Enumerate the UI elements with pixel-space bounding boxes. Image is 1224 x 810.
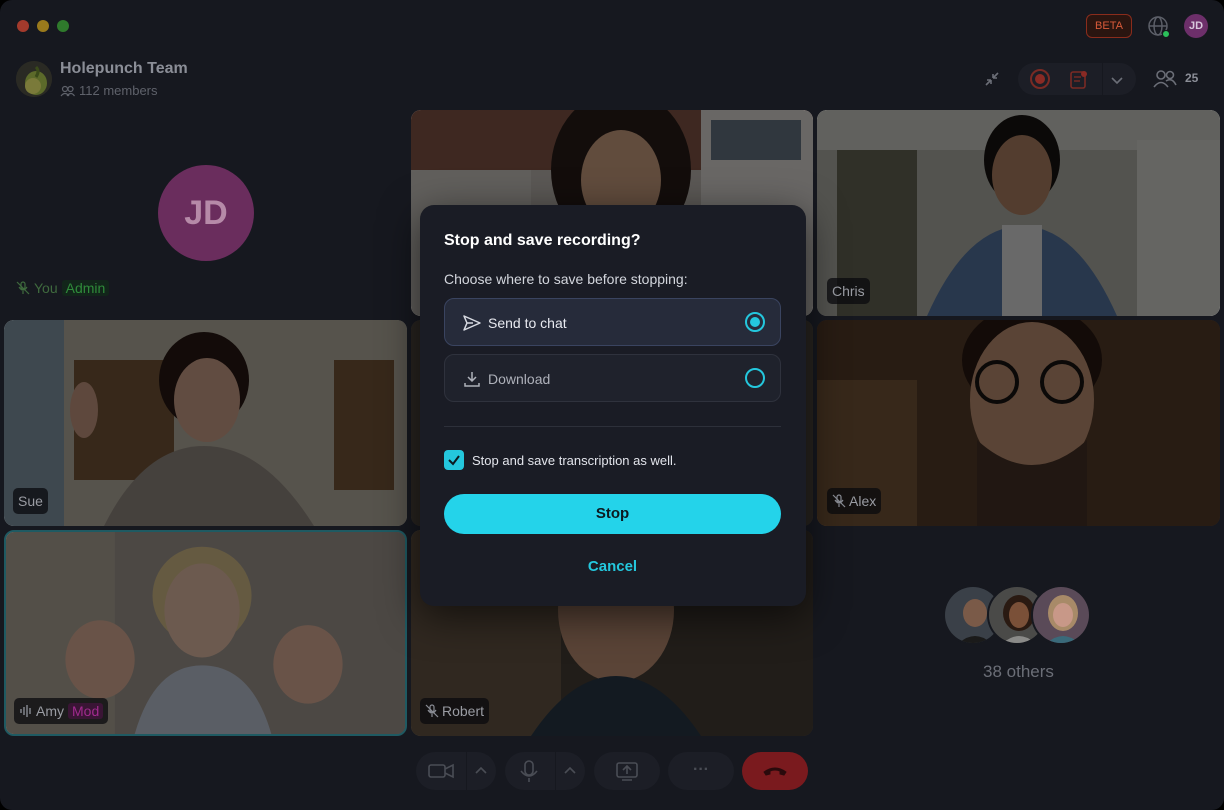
members-icon [60,85,75,97]
chevron-up-icon[interactable] [556,752,585,790]
screen-share-button[interactable] [594,752,660,790]
self-name: You [34,280,58,296]
participant-name-tag: Chris [827,278,870,304]
user-avatar[interactable]: JD [1184,14,1208,38]
option-label: Download [488,371,551,387]
self-avatar: JD [158,165,254,261]
online-status-dot [1162,30,1170,38]
option-send-to-chat[interactable]: Send to chat [444,298,781,346]
chevron-up-icon[interactable] [467,752,496,790]
video-tile-alex[interactable]: Alex [817,320,1220,526]
participant-name-tag: Alex [827,488,882,514]
maximize-window-button[interactable] [57,20,69,32]
microphone-control [505,752,585,790]
participant-name: Robert [442,703,485,719]
transcript-icon[interactable] [1068,69,1090,91]
radio-send-to-chat[interactable] [745,312,765,332]
transcription-checkbox-label[interactable]: Stop and save transcription as well. [472,453,677,468]
others-label: 38 others [983,662,1054,681]
participant-name-tag: Sue [13,488,48,514]
mic-muted-icon [16,281,30,295]
camera-control [416,752,496,790]
dialog-subtitle: Choose where to save before stopping: [444,271,688,287]
beta-badge: BETA [1086,14,1132,38]
mic-muted-icon [832,494,846,508]
globe-icon[interactable] [1147,15,1170,38]
mic-muted-icon [425,704,439,718]
checkmark-icon [448,455,460,466]
hang-up-button[interactable] [742,752,808,790]
chevron-down-icon[interactable] [1108,71,1126,89]
video-tile-sue[interactable]: Sue [4,320,407,526]
stop-recording-dialog: Stop and save recording? Choose where to… [420,205,806,606]
more-options-button[interactable]: ··· [668,752,734,790]
send-icon [463,315,481,331]
divider [444,426,781,427]
audio-wave-icon [20,705,31,717]
admin-badge: Admin [61,280,110,296]
participant-name-tag: Amy Mod [14,698,109,724]
title-bar: BETA JD [0,0,1224,52]
download-icon [464,372,480,387]
others-tile[interactable]: 38 others [817,530,1220,736]
self-name-tag: You Admin [16,280,110,296]
screen-share-icon [616,762,638,781]
option-download[interactable]: Download [444,354,781,402]
phone-hangup-icon [763,767,787,776]
team-name: Holepunch Team [60,60,188,77]
others-avatar [1031,585,1091,645]
dialog-title: Stop and save recording? [444,232,641,249]
close-window-button[interactable] [17,20,29,32]
microphone-button[interactable] [505,752,555,790]
camera-button[interactable] [416,752,466,790]
video-tile-amy[interactable]: Amy Mod [4,530,407,736]
radio-download[interactable] [745,368,765,388]
minimize-view-icon[interactable] [979,66,1005,92]
divider [1102,63,1103,95]
team-avatar[interactable] [16,61,52,97]
recording-controls [1018,63,1136,95]
transcription-checkbox[interactable] [444,450,464,470]
video-tile-chris[interactable]: Chris [817,110,1220,316]
participant-name-tag: Robert [420,698,490,724]
participant-name: Alex [849,493,877,509]
app-window: BETA JD Holepunch Team 112 members 25 JD… [0,0,1224,810]
mod-badge: Mod [68,703,104,719]
stop-button[interactable]: Stop [444,494,781,534]
members-count: 112 members [60,83,158,98]
members-label: 112 members [79,83,158,98]
minimize-window-button[interactable] [37,20,49,32]
cancel-button[interactable]: Cancel [444,555,781,579]
option-label: Send to chat [488,315,567,331]
participant-name: Amy [36,703,64,719]
participants-icon[interactable] [1152,67,1178,93]
participants-count[interactable]: 25 [1185,71,1198,85]
record-icon[interactable] [1030,69,1050,89]
